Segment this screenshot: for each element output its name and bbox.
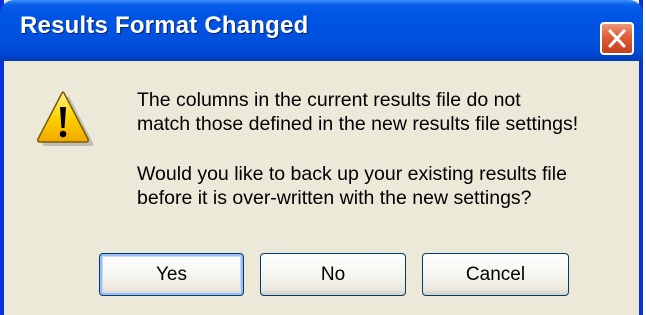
warning-icon bbox=[37, 91, 94, 146]
dialog-title: Results Format Changed bbox=[20, 12, 309, 39]
cancel-button[interactable]: Cancel bbox=[422, 253, 569, 296]
message-line: The columns in the current results file … bbox=[137, 89, 521, 111]
dialog-window: Results Format Changed The columns in th… bbox=[0, 0, 643, 315]
no-button[interactable]: No bbox=[260, 253, 406, 296]
dialog-message: The columns in the current results file … bbox=[137, 88, 578, 210]
message-line: before it is over-written with the new s… bbox=[137, 187, 532, 209]
message-line: match those defined in the new results f… bbox=[137, 113, 579, 135]
title-bar[interactable]: Results Format Changed bbox=[0, 0, 643, 61]
close-button[interactable] bbox=[600, 22, 634, 55]
close-icon bbox=[608, 29, 626, 48]
dialog-content: The columns in the current results file … bbox=[4, 61, 639, 315]
message-line: Would you like to back up your existing … bbox=[137, 163, 567, 185]
yes-button[interactable]: Yes bbox=[99, 253, 244, 296]
